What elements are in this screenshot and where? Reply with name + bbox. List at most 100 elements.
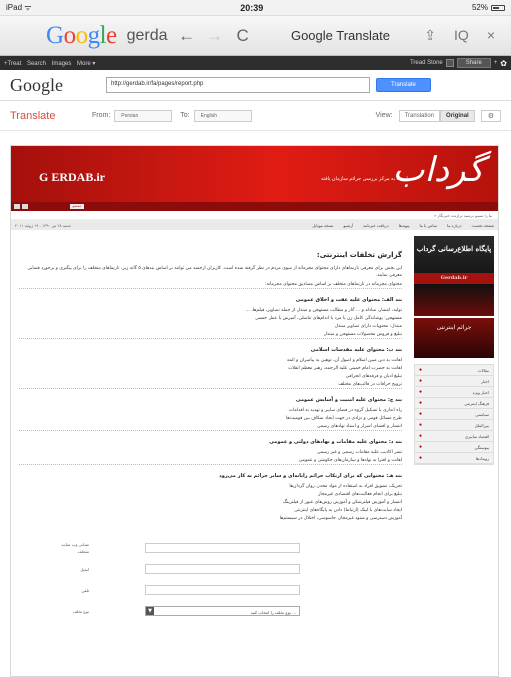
email-field[interactable]: [145, 564, 300, 574]
rss-icon[interactable]: [14, 204, 20, 209]
section-item: آموزش دسترسی و شنود غیرمجاز، جاسوسی، اخت…: [279, 516, 402, 521]
website-url-field[interactable]: [145, 543, 300, 553]
section-item: اهانت به دین مبین اسلام و اصول آن، توهین…: [287, 358, 402, 363]
sidebar-item-label: اقتصاد سایبری: [464, 433, 489, 439]
section-item: مبتذل: محتویات دارای تصاویر مبتذل: [334, 324, 402, 329]
search-icon[interactable]: [22, 204, 28, 209]
link-images[interactable]: Images: [52, 61, 72, 67]
page-title: Google Translate: [290, 28, 390, 43]
translate-label: Translate: [10, 109, 56, 122]
nav-item[interactable]: صفحه نخست: [472, 223, 494, 228]
to-language-select[interactable]: English: [193, 109, 252, 122]
sidebar-item[interactable]: سیاستی ●: [415, 409, 493, 420]
section-heading: بند ب: محتوای علیه مقدسات اسلامی: [310, 347, 402, 353]
link-more[interactable]: More ▾: [77, 61, 95, 67]
nav-item[interactable]: پیوندها: [399, 223, 410, 228]
section-d: بند د: محتوای علیه مقامات و نهادهای دولت…: [19, 439, 402, 465]
bullet-icon: ●: [419, 389, 423, 395]
section-item: نشر اکاذیب علیه مقامات رسمی و غیر رسمی: [316, 450, 402, 455]
sidebar-item[interactable]: پیوستگی ●: [415, 442, 493, 453]
from-language-select[interactable]: Persian: [114, 109, 173, 122]
report-article: گزارش تخلفات اینترنتی: این بخش برای معرف…: [11, 230, 410, 624]
link-search[interactable]: Search: [27, 61, 46, 67]
tab-google-logo[interactable]: Google: [46, 22, 117, 50]
bullet-icon: ●: [419, 367, 423, 373]
promo-banner-2[interactable]: جرائم اینترنتی: [414, 318, 494, 358]
site-search-input[interactable]: جستجو: [70, 204, 84, 209]
battery-icon: [491, 4, 505, 11]
share-icon[interactable]: ⇪: [424, 27, 436, 44]
bullet-icon: ●: [419, 455, 423, 461]
section-item: تحریک، تشویق افراد به استفاده از مواد مخ…: [289, 484, 402, 489]
sidebar-item[interactable]: فرهنگ اینترنتی ●: [415, 398, 493, 409]
tab-gerdab[interactable]: gerda: [127, 27, 173, 45]
nav-item[interactable]: نسخه موبایل: [312, 223, 333, 228]
google-logo[interactable]: Google: [10, 75, 106, 96]
translate-settings-icon[interactable]: ⚙: [480, 109, 501, 122]
sidebar-item[interactable]: رویدادها ●: [415, 453, 493, 464]
view-translation-toggle[interactable]: Translation: [398, 109, 441, 122]
site-banner: G ERDAB.ir وابسته به مرکز بررسی جرائم سا…: [11, 146, 498, 202]
phone-label: تلفن: [81, 587, 89, 593]
translated-website-frame: G ERDAB.ir وابسته به مرکز بررسی جرائم سا…: [10, 145, 499, 677]
section-c: بند ج: محتوای علیه امنیت و آسایش عمومی ر…: [19, 397, 402, 431]
promo-banner[interactable]: پایگاه اطلاع‌رسانی گرداب Gerdab.ir: [414, 236, 494, 316]
sidebar-item[interactable]: اقتصاد سایبری ●: [415, 431, 493, 442]
sidebar-item[interactable]: اخبار ویژه ●: [415, 387, 493, 398]
settings-icon[interactable]: ✿: [500, 59, 507, 68]
section-item: ایجاد سایت‌های با لینک (ارتباط) دادن به …: [294, 508, 402, 513]
promo-title: پایگاه اطلاع‌رسانی گرداب: [416, 244, 492, 253]
back-button[interactable]: ←: [173, 26, 201, 46]
nav-item[interactable]: دریافت خبرنامه: [363, 223, 389, 228]
sidebar-item-label: اخبار: [481, 378, 489, 384]
account-name[interactable]: Tread Stone: [410, 60, 443, 66]
report-intro-2: محتوای مجرمانه در تارنماهای متخلف بر اسا…: [19, 281, 402, 289]
section-heading: بند هـ: محتوایی که برای ارتکاب جرائم رای…: [219, 473, 402, 479]
site-logo-calligraphy[interactable]: گرداب: [392, 150, 484, 190]
section-item: اهانت و افترا به نهادها و سازمان‌های حکو…: [19, 457, 402, 465]
clock: 20:39: [240, 2, 264, 13]
url-input[interactable]: http://gerdab.ir/fa/pages/report.php: [106, 77, 370, 93]
violation-type-select[interactable]: ... نوع تخلف را انتخاب کنید ▼: [145, 606, 300, 616]
site-brand[interactable]: G ERDAB.ir: [39, 170, 105, 185]
section-heading: بند ج: محتوای علیه امنیت و آسایش عمومی: [295, 397, 402, 403]
google-links: +Treat Search Images More ▾: [4, 60, 99, 67]
sidebar-item-label: پیوستگی: [474, 444, 490, 450]
nav-item[interactable]: درباره ما: [447, 223, 462, 228]
sidebar-menu: مقالات ● اخبار ● اخبار ویژه ● فرهنگ اینترنت…: [414, 364, 494, 465]
form-row-phone: تلفن: [19, 582, 402, 598]
to-label: To:: [180, 112, 190, 119]
notification-icon[interactable]: [445, 59, 454, 67]
close-icon[interactable]: ×: [487, 27, 495, 44]
sidebar-item[interactable]: اخبار ●: [415, 376, 493, 387]
reload-button[interactable]: C: [229, 26, 257, 46]
google-account-area: Tread Stone Share + ✿: [410, 58, 507, 68]
from-label: From:: [92, 112, 111, 119]
report-title: گزارش تخلفات اینترنتی:: [316, 251, 402, 259]
section-item: اهانت به حضرت امام خمینی علیه الرحمه، ره…: [288, 366, 402, 371]
nav-item[interactable]: تماس با ما: [420, 223, 437, 228]
translate-button[interactable]: Translate: [376, 78, 431, 92]
bullet-icon: ●: [419, 411, 423, 417]
forward-button[interactable]: →: [201, 26, 229, 46]
sidebar-item-label: سیاستی: [475, 411, 489, 417]
sidebar-item[interactable]: مقالات ●: [415, 365, 493, 376]
sidebar-item[interactable]: بین‌الملل ●: [415, 420, 493, 431]
site-breadcrumb: » ما را نسیم برسید ترازنده خبرنگار: [11, 211, 498, 220]
phone-field[interactable]: [145, 585, 300, 595]
link-treat[interactable]: +Treat: [4, 61, 21, 67]
section-b: بند ب: محتوای علیه مقدسات اسلامی اهانت ب…: [19, 347, 402, 389]
ios-status-bar: iPad ᯤ 20:39 52%: [0, 0, 511, 16]
tabs-icon[interactable]: IQ: [454, 27, 469, 44]
section-heading: بند الف: محتوای علیه عفت و اخلاق عمومی: [295, 297, 402, 303]
section-item: تبلیغ و فروش محصولات مستهجن و مبتذل: [19, 331, 402, 339]
sidebar-item-label: مقالات: [477, 367, 489, 373]
section-a: بند الف: محتوای علیه عفت و اخلاق عمومی ت…: [19, 297, 402, 339]
nav-item[interactable]: آرشیو: [343, 223, 353, 228]
plus-icon[interactable]: +: [494, 60, 498, 66]
section-item: تبلیغ برای انجام فعالیت‌های اقتصادی غیرم…: [318, 492, 402, 497]
site-sidebar: پایگاه اطلاع‌رسانی گرداب Gerdab.ir جرائم…: [410, 230, 498, 624]
bullet-icon: ●: [419, 378, 423, 384]
share-button[interactable]: Share: [456, 58, 491, 68]
view-original-toggle[interactable]: Original: [440, 109, 475, 122]
